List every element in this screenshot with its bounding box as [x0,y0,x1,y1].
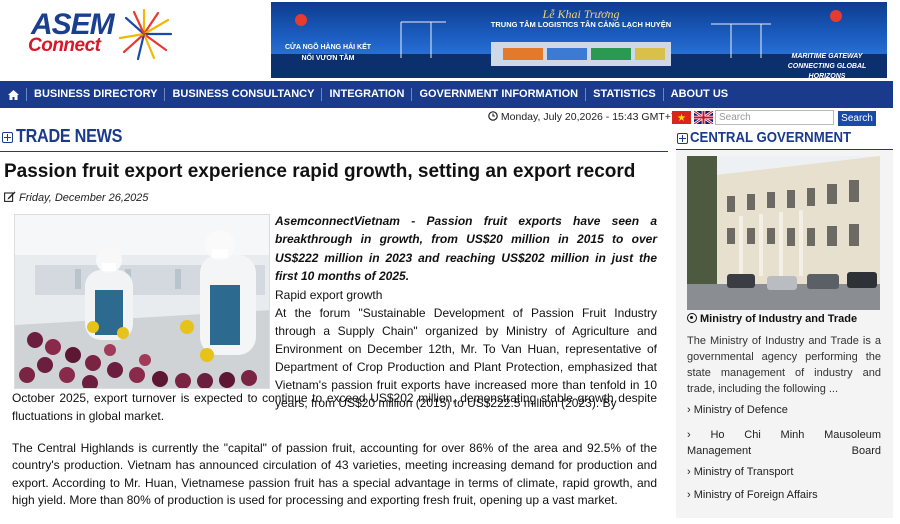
ministry-link-defence[interactable]: › Ministry of Defence [687,404,881,416]
article-lead: AsemconnectVietnam - Passion fruit expor… [275,214,657,283]
chevron-right-icon: › [687,489,694,501]
article-subheading: Rapid export growth [275,288,383,302]
chevron-right-icon: › [687,404,694,416]
article-title: Passion fruit export experience rapid gr… [4,161,636,182]
ministry-link-transport[interactable]: › Ministry of Transport [687,466,881,478]
asem-connect-logo[interactable]: ASEM Connect [28,6,173,62]
article-date-text: Friday, December 26,2025 [19,192,149,204]
banner-left-text: CỬA NGÕ HÀNG HẢI KẾT NỐI VƯƠN TẦM [284,44,372,62]
sunburst-logo-icon [118,8,173,61]
vietnamese-flag-icon[interactable] [672,111,691,124]
section-title[interactable]: TRADE NEWS [16,126,122,147]
plus-square-icon [2,132,13,143]
article-paragraph-1-continued: October 2025, export turnover is expecte… [12,391,657,423]
english-flag-icon[interactable] [693,109,714,126]
chevron-right-icon: › [687,429,711,441]
nav-government-information[interactable]: GOVERNMENT INFORMATION [411,88,585,101]
ministry-link-mausoleum[interactable]: › Ho Chi Minh Mausoleum Management Board [687,427,881,459]
featured-ministry-description: The Ministry of Industry and Trade is a … [687,335,881,395]
edit-icon [4,191,16,202]
clock-icon [488,111,498,121]
header-banner-ad[interactable]: Lễ Khai Trương TRUNG TÂM LOGISTICS TÂN C… [271,2,887,78]
passion-fruit-workers-image [15,215,269,388]
logo-text-connect: Connect [28,35,101,56]
ministry-building-photo[interactable] [687,156,880,310]
ministry-link-foreign-affairs[interactable]: › Ministry of Foreign Affairs [687,489,881,501]
nav-statistics[interactable]: STATISTICS [585,88,663,101]
current-datetime: Monday, July 20,2026 - 15:43 GMT+7 [488,111,677,123]
article-paragraph-2: The Central Highlands is currently the "… [12,441,657,508]
search-button[interactable]: Search [838,111,876,126]
featured-ministry-caption[interactable]: Ministry of Industry and Trade [687,313,857,325]
central-government-sidebar: CENTRAL GOVERNMENT Ministry of Industry … [676,128,893,518]
utility-bar: Monday, July 20,2026 - 15:43 GMT+7 Searc… [0,109,893,128]
sidebar-header: CENTRAL GOVERNMENT [676,128,893,150]
nav-integration[interactable]: INTEGRATION [321,88,411,101]
main-nav: BUSINESS DIRECTORY BUSINESS CONSULTANCY … [0,81,893,108]
ministry-link-label: Ho Chi Minh Mausoleum Management Board [687,429,881,457]
trade-news-header: TRADE NEWS [0,126,668,152]
article-photo [14,214,270,389]
chevron-right-icon: › [687,466,694,478]
plus-square-icon [677,133,688,144]
ministry-link-label: Ministry of Foreign Affairs [693,489,818,501]
sidebar-title[interactable]: CENTRAL GOVERNMENT [690,129,851,146]
datetime-text: Monday, July 20,2026 - 15:43 GMT+7 [500,111,677,123]
ministry-link-label: Ministry of Transport [693,466,794,478]
nav-about-us[interactable]: ABOUT US [662,88,735,101]
featured-ministry-name: Ministry of Industry and Trade [700,313,858,325]
banner-right-text: MARITIME GATEWAY CONNECTING GLOBAL HORIZ… [787,53,867,78]
home-icon[interactable] [0,81,26,108]
banner-subtitle: TRUNG TÂM LOGISTICS TÂN CẢNG LẠCH HUYỆN [490,20,672,29]
bullet-circle-icon [687,313,697,323]
article-date: Friday, December 26,2025 [4,191,148,204]
ministry-link-label: Ministry of Defence [693,404,788,416]
government-building-image [687,156,880,310]
search-input[interactable]: Search [715,110,834,125]
nav-business-directory[interactable]: BUSINESS DIRECTORY [26,88,164,101]
nav-business-consultancy[interactable]: BUSINESS CONSULTANCY [164,88,321,101]
